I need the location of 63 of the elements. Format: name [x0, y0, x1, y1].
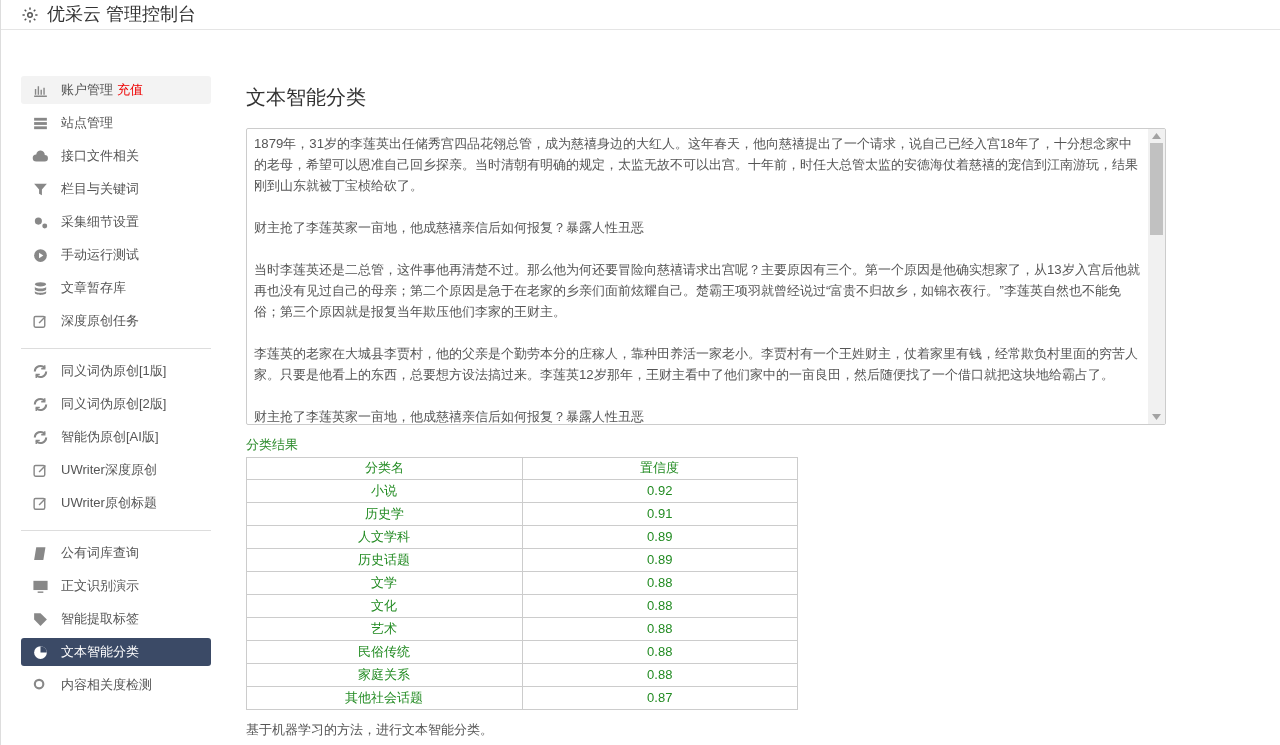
table-cell: 家庭关系 — [246, 663, 522, 686]
sidebar-item[interactable]: 同义词伪原创[1版] — [21, 357, 211, 385]
sidebar-item[interactable]: 手动运行测试 — [21, 241, 211, 269]
table-cell: 0.87 — [522, 686, 798, 709]
sidebar-item[interactable]: UWriter原创标题 — [21, 489, 211, 517]
table-cell: 0.92 — [522, 479, 798, 502]
table-cell: 0.89 — [522, 548, 798, 571]
column-header: 置信度 — [522, 457, 798, 479]
play-icon — [32, 246, 49, 264]
paragraph: 当时李莲英还是二总管，这件事他再清楚不过。那么他为何还要冒险向慈禧请求出宫呢？主要原因有三个。第一个原因是他确实想家了，从13岁入宫后他就再也没有见过自己的母亲；第二个原因是急于在老家的乡亲们面前炫耀自己。楚霸王项羽就曾经说过“富贵不归故乡，如锦衣夜行。”李莲英自然也不能免俗；第三个原因就是报复当年欺压他们李家的王财主。 — [254, 261, 1141, 321]
table-cell: 文化 — [246, 594, 522, 617]
page-title: 文本智能分类 — [246, 85, 367, 110]
sidebar-item[interactable]: UWriter深度原创 — [21, 456, 211, 484]
table-cell: 艺术 — [246, 617, 522, 640]
table-cell: 文学 — [246, 571, 522, 594]
sidebar-item[interactable]: 内容相关度检测 — [21, 671, 211, 699]
table-cell: 0.91 — [522, 502, 798, 525]
settings-icon — [21, 5, 39, 24]
table-cell: 0.89 — [522, 525, 798, 548]
sidebar-item[interactable]: 采集细节设置 — [21, 208, 211, 236]
header-title: 优采云 管理控制台 — [47, 3, 196, 26]
result-label: 分类结果 — [246, 436, 299, 454]
sidebar-item[interactable]: 智能提取标签 — [21, 605, 211, 633]
paragraph: 财主抢了李莲英家一亩地，他成慈禧亲信后如何报复？暴露人性丑恶 — [254, 408, 645, 424]
sidebar-item[interactable]: 账户管理 充值 — [21, 76, 211, 104]
paragraph: 财主抢了李莲英家一亩地，他成慈禧亲信后如何报复？暴露人性丑恶 — [254, 219, 645, 237]
pie-chart-icon — [32, 643, 49, 661]
table-cell: 人文学科 — [246, 525, 522, 548]
table-cell: 0.88 — [522, 571, 798, 594]
sync-icon — [32, 428, 49, 446]
sidebar-item[interactable]: 公有词库查询 — [21, 539, 211, 567]
paragraph: 李莲英的老家在大城县李贾村，他的父亲是个勤劳本分的庄稼人，靠种田养活一家老小。李贾村有一个王姓财主，仗着家里有钱，经常欺负村里面的穷苦人家。只要是他看上的东西，总要想方设法搞过来。李莲英12岁那年，王财主看中了他们家中的一亩良田，然后随便找了一个借口就把这块地给霸占了。 — [254, 345, 1139, 384]
recharge-link[interactable]: 充值 — [117, 80, 143, 100]
sync-icon — [32, 362, 49, 380]
table-cell: 0.88 — [522, 594, 798, 617]
table-cell: 0.88 — [522, 640, 798, 663]
sidebar-item[interactable]: 文本智能分类 — [21, 638, 211, 666]
scroll-down-icon[interactable] — [1152, 414, 1161, 420]
sidebar-item[interactable]: 深度原创任务 — [21, 307, 211, 335]
table-cell: 历史学 — [246, 502, 522, 525]
description-text: 基于机器学习的方法，进行文本智能分类。 — [246, 720, 494, 739]
column-header: 分类名 — [246, 457, 522, 479]
table-cell: 民俗传统 — [246, 640, 522, 663]
sidebar-item[interactable]: 智能伪原创[AI版] — [21, 423, 211, 451]
sidebar-item[interactable]: 正文识别演示 — [21, 572, 211, 600]
sidebar-item[interactable]: 接口文件相关 — [21, 142, 211, 170]
sidebar-item[interactable]: 文章暂存库 — [21, 274, 211, 302]
database-icon — [32, 279, 49, 297]
tag-icon — [32, 610, 49, 628]
table-cell: 0.88 — [522, 663, 798, 686]
sync-icon — [32, 395, 49, 413]
table-cell: 小说 — [246, 479, 522, 502]
table-cell: 其他社会话题 — [246, 686, 522, 709]
sidebar-item[interactable]: 站点管理 — [21, 109, 211, 137]
sidebar-item[interactable]: 栏目与关键词 — [21, 175, 211, 203]
paragraph: 1879年，31岁的李莲英出任储秀宫四品花翎总管，成为慈禧身边的大红人。这年春天，他向慈禧提出了一个请求，说自己已经入宫18年了，十分想念家中的老母，希望可以恩准自己回乡探亲。当时清朝有明确的规定，太监无故不可以出宫。十年前，时任大总管太监的安德海仗着慈禧的宠信到江南游玩，结果刚到山东就被丁宝桢给砍了。 — [254, 135, 1139, 195]
scrollbar[interactable] — [1148, 129, 1165, 424]
scroll-up-icon[interactable] — [1152, 133, 1161, 139]
scroll-thumb[interactable] — [1150, 143, 1163, 235]
table-cell: 0.88 — [522, 617, 798, 640]
text-input[interactable] — [246, 128, 1166, 425]
sidebar-item[interactable]: 同义词伪原创[2版] — [21, 390, 211, 418]
table-cell: 历史话题 — [246, 548, 522, 571]
